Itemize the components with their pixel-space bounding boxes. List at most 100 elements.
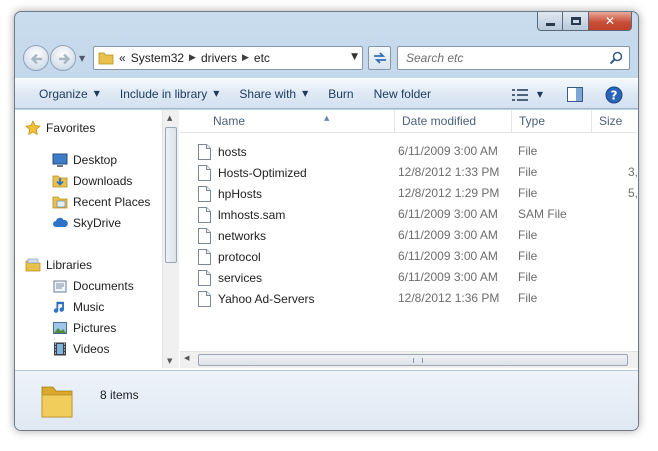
nav-item-label: Desktop — [73, 153, 118, 167]
file-date-modified: 6/11/2009 3:00 AM — [398, 228, 498, 242]
videos-filmstrip-icon — [54, 342, 66, 356]
file-type: File — [518, 165, 538, 179]
new-folder-button[interactable]: New folder — [364, 78, 441, 109]
file-name: networks — [218, 228, 267, 243]
search-input[interactable] — [406, 51, 606, 65]
forward-arrow-icon — [59, 53, 71, 65]
file-row[interactable]: Yahoo Ad-Servers 12/8/2012 1:36 PM File 2 — [198, 288, 638, 309]
favorites-group[interactable]: Favorites — [25, 120, 95, 136]
file-name: protocol — [218, 249, 261, 264]
file-row[interactable]: services 6/11/2009 3:00 AM File 18 — [198, 267, 638, 288]
share-with-label: Share with — [239, 86, 297, 101]
item-count: 8 items — [100, 388, 139, 402]
file-size: 2 — [610, 288, 638, 309]
recent-pages-dropdown-icon[interactable]: ▼ — [79, 54, 85, 63]
navigation-bar: ▼ « System32 ▶ drivers ▶ etc ▼ — [23, 44, 630, 72]
back-button[interactable] — [23, 45, 49, 71]
view-options-dropdown[interactable]: ▼ — [535, 79, 550, 110]
file-icon — [198, 185, 211, 202]
file-row[interactable]: Hosts-Optimized 12/8/2012 1:33 PM File 3,72… — [198, 162, 638, 183]
address-bar[interactable]: « System32 ▶ drivers ▶ etc ▼ — [93, 46, 363, 70]
scroll-left-icon[interactable]: ◀ — [184, 354, 189, 362]
file-type: File — [518, 144, 538, 158]
details-pane: 8 items — [15, 370, 638, 430]
file-list: ▲ Name Date modified Type Size hosts 6/11… — [180, 110, 638, 368]
libraries-group[interactable]: Libraries — [25, 257, 92, 273]
file-size: 2 — [610, 246, 638, 267]
close-button[interactable]: ✕ — [589, 12, 632, 31]
nav-item-documents[interactable]: Documents — [52, 278, 134, 294]
breadcrumb-separator-icon[interactable]: ▶ — [242, 53, 249, 63]
nav-item-music[interactable]: Music — [52, 299, 104, 315]
file-row[interactable]: hpHosts 12/8/2012 1:29 PM File 5,492 — [198, 183, 638, 204]
breadcrumb-overflow[interactable]: « — [119, 51, 126, 65]
back-arrow-icon — [30, 53, 42, 65]
sort-ascending-icon: ▲ — [324, 114, 330, 122]
libraries-icon — [25, 258, 41, 272]
breadcrumb-etc[interactable]: etc — [254, 51, 270, 65]
file-row[interactable]: networks 6/11/2009 3:00 AM File 1 — [198, 225, 638, 246]
file-name-cell: protocol — [198, 246, 261, 267]
column-header-size[interactable]: Size — [592, 110, 638, 133]
file-icon — [198, 248, 211, 265]
file-name: lmhosts.sam — [218, 207, 286, 222]
file-icon — [198, 227, 211, 244]
breadcrumb-separator-icon[interactable]: ▶ — [189, 53, 196, 63]
change-view-button[interactable] — [505, 79, 535, 110]
share-with-button[interactable]: Share with ▼ — [229, 78, 318, 109]
address-dropdown-icon[interactable]: ▼ — [351, 52, 358, 62]
search-icon[interactable] — [609, 51, 623, 65]
file-row[interactable]: hosts 6/11/2009 3:00 AM File 1 — [198, 141, 638, 162]
column-header-name[interactable]: ▲ Name — [206, 110, 395, 133]
chevron-down-icon: ▼ — [213, 89, 220, 98]
horizontal-scrollbar[interactable]: ◀ — [180, 351, 638, 368]
file-icon — [198, 269, 211, 286]
svg-text:?: ? — [611, 88, 618, 102]
nav-item-desktop[interactable]: Desktop — [52, 152, 117, 168]
search-box[interactable] — [397, 46, 630, 70]
breadcrumb-system32[interactable]: System32 — [131, 51, 184, 65]
file-icon — [198, 206, 211, 223]
file-name: hpHosts — [218, 186, 263, 201]
preview-pane-button[interactable] — [560, 79, 590, 110]
help-icon: ? — [605, 86, 623, 103]
column-header-type[interactable]: Type — [512, 110, 592, 133]
organize-label: Organize — [39, 86, 88, 101]
scroll-down-icon[interactable]: ▼ — [167, 357, 172, 365]
column-header-label: Date modified — [402, 114, 477, 128]
breadcrumb-drivers[interactable]: drivers — [201, 51, 237, 65]
organize-button[interactable]: Organize ▼ — [29, 78, 110, 109]
scroll-up-icon[interactable]: ▲ — [167, 114, 172, 122]
scrollbar-thumb[interactable] — [198, 354, 628, 366]
maximize-button[interactable] — [563, 12, 589, 31]
scrollbar-thumb[interactable] — [165, 127, 177, 263]
minimize-button[interactable] — [537, 12, 563, 31]
nav-item-videos[interactable]: Videos — [52, 341, 109, 357]
include-in-library-button[interactable]: Include in library ▼ — [110, 78, 230, 109]
file-row[interactable]: protocol 6/11/2009 3:00 AM File 2 — [198, 246, 638, 267]
file-row[interactable]: lmhosts.sam 6/11/2009 3:00 AM SAM File 4 — [198, 204, 638, 225]
music-note-icon — [53, 301, 64, 313]
file-type: File — [518, 270, 538, 284]
star-icon — [25, 120, 41, 136]
nav-item-label: Downloads — [73, 174, 133, 188]
nav-item-skydrive[interactable]: SkyDrive — [52, 215, 121, 231]
nav-item-pictures[interactable]: Pictures — [52, 320, 116, 336]
file-name: services — [218, 270, 263, 285]
nav-item-downloads[interactable]: Downloads — [52, 173, 132, 189]
file-name-cell: Hosts-Optimized — [198, 162, 307, 183]
file-size: 1 — [610, 225, 638, 246]
file-date-modified: 6/11/2009 3:00 AM — [398, 249, 498, 263]
nav-item-label: Documents — [73, 279, 134, 293]
navigation-pane-scrollbar[interactable]: ▲ ▼ — [162, 110, 179, 368]
file-name-cell: networks — [198, 225, 266, 246]
help-button[interactable]: ? — [598, 79, 630, 110]
desktop-icon — [52, 153, 68, 167]
column-header-date-modified[interactable]: Date modified — [395, 110, 512, 133]
libraries-label: Libraries — [46, 258, 93, 272]
refresh-button[interactable] — [368, 46, 391, 70]
chevron-down-icon: ▼ — [302, 89, 309, 98]
burn-button[interactable]: Burn — [318, 78, 363, 109]
forward-button[interactable] — [50, 45, 76, 71]
nav-item-recent-places[interactable]: Recent Places — [52, 194, 150, 210]
